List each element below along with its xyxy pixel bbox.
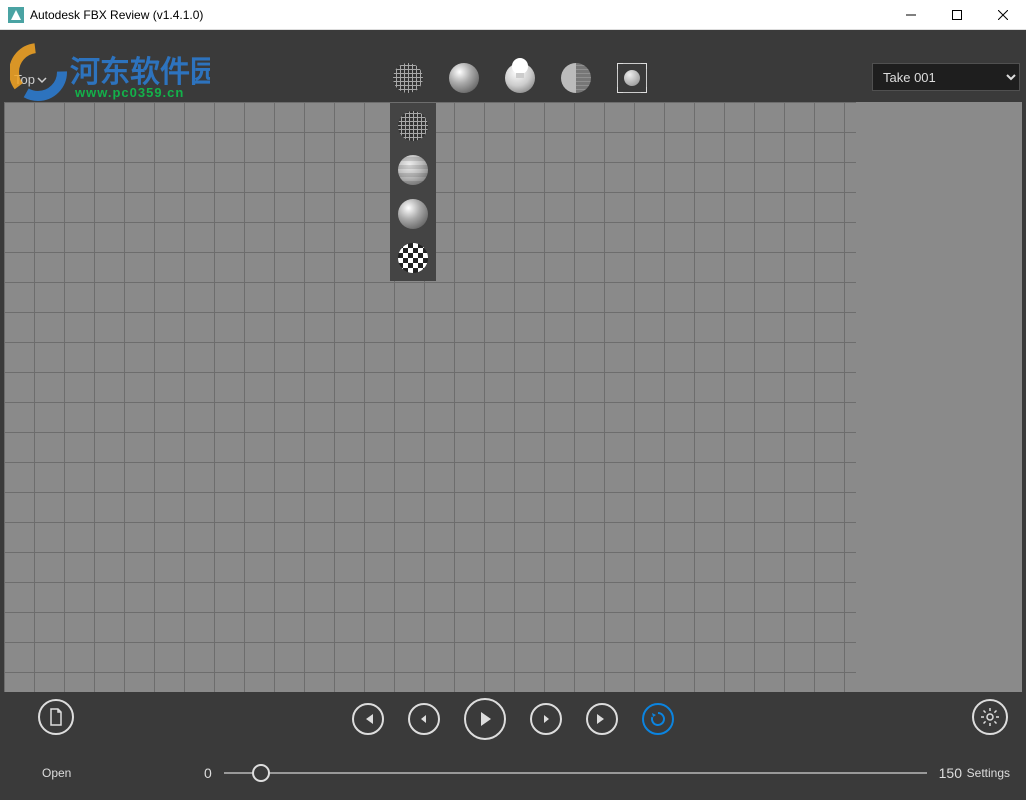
timeline-start-label: 0 — [204, 765, 212, 781]
settings-button[interactable] — [972, 699, 1008, 735]
skip-start-icon — [361, 712, 375, 726]
app-icon — [8, 7, 24, 23]
timeline-thumb[interactable] — [252, 764, 270, 782]
lit-sphere-icon — [505, 63, 535, 93]
open-label: Open — [42, 766, 71, 780]
side-panel — [856, 102, 1022, 692]
lighting-mode-button[interactable] — [502, 60, 538, 96]
gear-icon — [980, 707, 1000, 727]
view-selector[interactable]: Top — [14, 72, 47, 87]
smooth-sphere-icon — [398, 199, 428, 229]
xray-mode-button[interactable] — [558, 60, 594, 96]
close-button[interactable] — [980, 0, 1026, 30]
loop-button[interactable] — [642, 703, 674, 735]
timeline-slider[interactable] — [224, 772, 927, 774]
settings-area — [972, 699, 1008, 735]
shading-option-smooth[interactable] — [396, 197, 430, 231]
minimize-button[interactable] — [888, 0, 934, 30]
shading-option-wireframe[interactable] — [396, 109, 430, 143]
shaded-mode-button[interactable] — [446, 60, 482, 96]
skip-end-icon — [595, 712, 609, 726]
open-file-area — [38, 699, 74, 735]
wireframe-sphere-icon — [393, 63, 423, 93]
step-forward-icon — [539, 712, 553, 726]
settings-label: Settings — [967, 766, 1010, 780]
step-forward-button[interactable] — [530, 703, 562, 735]
chevron-down-icon — [37, 75, 47, 85]
step-back-icon — [417, 712, 431, 726]
playback-controls — [4, 692, 1022, 746]
file-icon — [47, 708, 65, 726]
view-label-text: Top — [14, 72, 35, 87]
split-sphere-icon — [561, 63, 591, 93]
checker-sphere-icon — [398, 243, 428, 273]
frame-icon — [617, 63, 647, 93]
shading-dropdown-menu — [390, 103, 436, 281]
watermark-url: www.pc0359.cn — [75, 85, 184, 100]
bottom-bar: Open 0 150 Settings — [4, 692, 1022, 800]
play-button[interactable] — [464, 698, 506, 740]
step-back-button[interactable] — [408, 703, 440, 735]
play-icon — [476, 710, 494, 728]
wireframe-sphere-icon — [398, 111, 428, 141]
loop-icon — [650, 711, 666, 727]
timeline-end-label: 150 — [939, 765, 962, 781]
open-button[interactable] — [38, 699, 74, 735]
go-to-end-button[interactable] — [586, 703, 618, 735]
shading-option-flat[interactable] — [396, 153, 430, 187]
shaded-sphere-icon — [449, 63, 479, 93]
wireframe-mode-button[interactable] — [390, 60, 426, 96]
bulb-icon — [512, 58, 528, 74]
go-to-start-button[interactable] — [352, 703, 384, 735]
maximize-button[interactable] — [934, 0, 980, 30]
shading-option-textured[interactable] — [396, 241, 430, 275]
flat-sphere-icon — [398, 155, 428, 185]
window-title: Autodesk FBX Review (v1.4.1.0) — [30, 8, 888, 22]
display-mode-toolbar — [390, 60, 650, 96]
timeline-row: Open 0 150 Settings — [4, 746, 1022, 800]
window-titlebar: Autodesk FBX Review (v1.4.1.0) — [0, 0, 1026, 30]
app-body: 河东软件园 www.pc0359.cn Top Take 001 — [0, 30, 1026, 800]
svg-text:河东软件园: 河东软件园 — [70, 55, 210, 89]
take-selector[interactable]: Take 001 — [872, 63, 1020, 91]
frame-all-button[interactable] — [614, 60, 650, 96]
